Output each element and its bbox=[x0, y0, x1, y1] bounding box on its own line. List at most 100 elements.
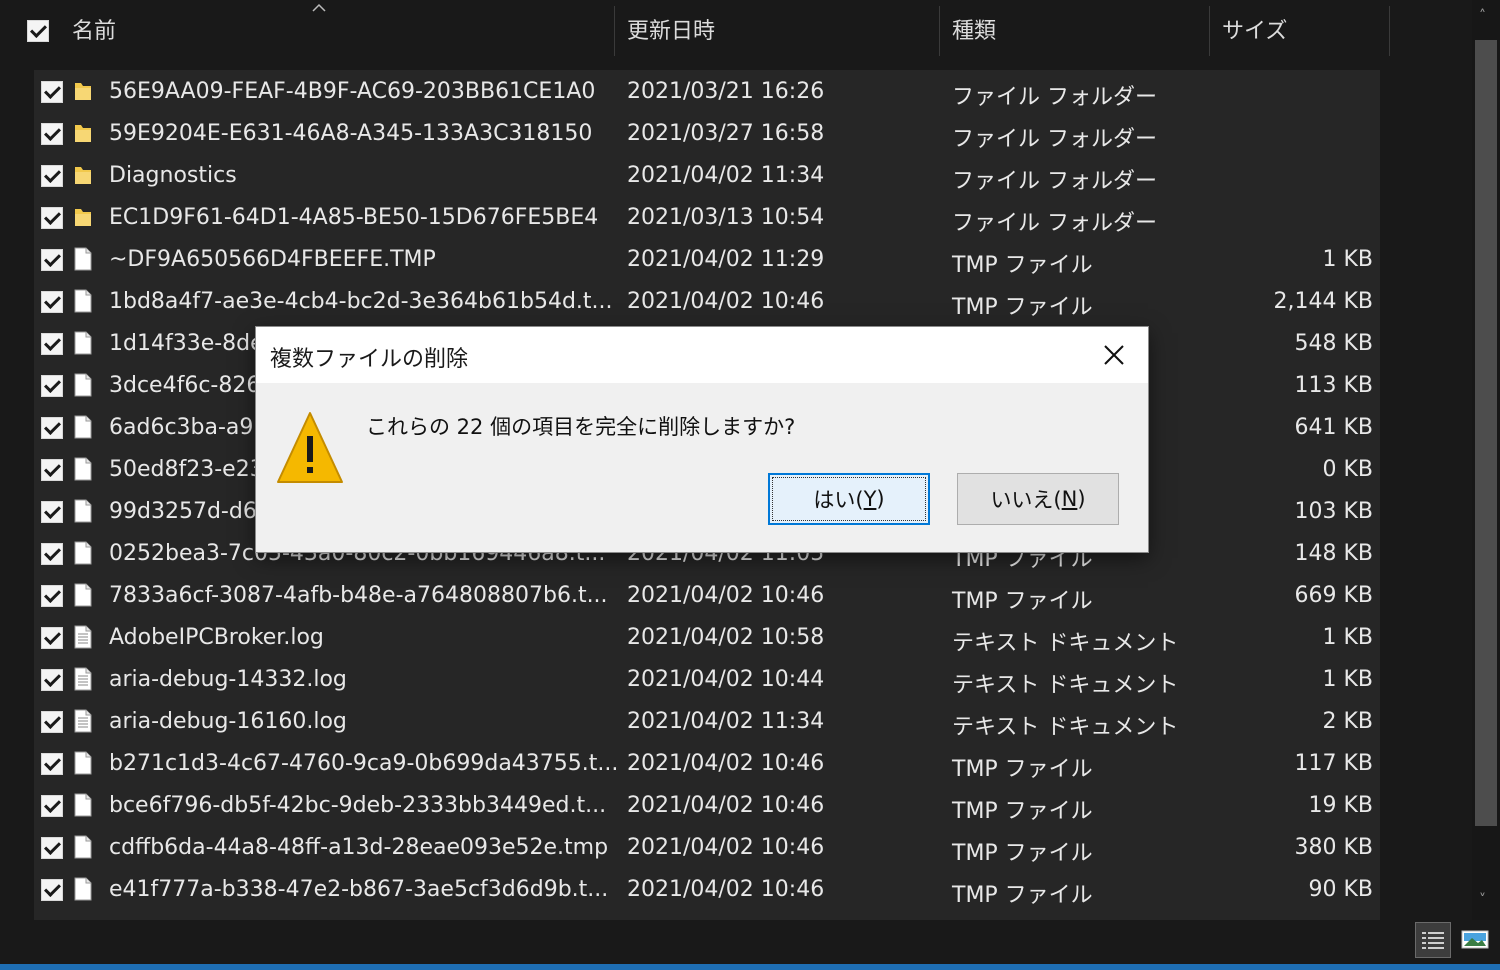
file-name: ~DF9A650566D4FBEEFE.TMP bbox=[109, 247, 436, 272]
file-row[interactable]: cdffb6da-44a8-48ff-a13d-28eae093e52e.tmp… bbox=[34, 827, 1380, 869]
file-row[interactable]: EC1D9F61-64D1-4A85-BE50-15D676FE5BE4 2021… bbox=[34, 197, 1380, 239]
row-checkbox[interactable] bbox=[41, 879, 63, 901]
row-checkbox[interactable] bbox=[41, 753, 63, 775]
row-checkbox[interactable] bbox=[41, 669, 63, 691]
folder-icon bbox=[72, 162, 94, 188]
no-button-paren: ) bbox=[1077, 487, 1086, 511]
header-date[interactable]: 更新日時 bbox=[627, 0, 937, 58]
file-type: ファイル フォルダー bbox=[952, 127, 1157, 152]
row-checkbox[interactable] bbox=[41, 81, 63, 103]
row-checkbox[interactable] bbox=[41, 123, 63, 145]
file-type: TMP ファイル bbox=[952, 883, 1093, 908]
file-row[interactable]: aria-debug-16160.log 2021/04/02 11:34 テキスト… bbox=[34, 701, 1380, 743]
row-checkbox[interactable] bbox=[41, 543, 63, 565]
file-row[interactable]: 59E9204E-E631-46A8-A345-133A3C318150 2021… bbox=[34, 113, 1380, 155]
file-name: 59E9204E-E631-46A8-A345-133A3C318150 bbox=[109, 121, 593, 146]
file-size: 103 KB bbox=[1294, 499, 1373, 524]
no-button-accesskey: N bbox=[1061, 487, 1078, 511]
row-checkbox[interactable] bbox=[41, 627, 63, 649]
file-size: 2 KB bbox=[1322, 709, 1373, 734]
file-type: ファイル フォルダー bbox=[952, 211, 1157, 236]
row-checkbox[interactable] bbox=[41, 795, 63, 817]
file-type: テキスト ドキュメント bbox=[952, 673, 1179, 698]
file-size: 1 KB bbox=[1322, 247, 1373, 272]
file-name: b271c1d3-4c67-4760-9ca9-0b699da43755.t..… bbox=[109, 751, 619, 776]
row-checkbox[interactable] bbox=[41, 291, 63, 313]
file-name: 3dce4f6c-826 bbox=[109, 373, 261, 398]
file-name: AdobeIPCBroker.log bbox=[109, 625, 324, 650]
row-checkbox[interactable] bbox=[41, 249, 63, 271]
header-type[interactable]: 種類 bbox=[952, 0, 1207, 58]
file-row[interactable]: e41f777a-b338-47e2-b867-3ae5cf3d6d9b.t..… bbox=[34, 869, 1380, 911]
file-icon bbox=[72, 246, 94, 272]
file-date: 2021/04/02 10:46 bbox=[627, 877, 825, 902]
file-row[interactable]: AdobeIPCBroker.log 2021/04/02 10:58 テキスト ド… bbox=[34, 617, 1380, 659]
row-checkbox[interactable] bbox=[41, 585, 63, 607]
header-date-label: 更新日時 bbox=[627, 19, 716, 44]
header-divider[interactable] bbox=[614, 6, 615, 56]
row-checkbox[interactable] bbox=[41, 165, 63, 187]
file-row[interactable]: aria-debug-14332.log 2021/04/02 10:44 テキスト… bbox=[34, 659, 1380, 701]
row-checkbox[interactable] bbox=[41, 837, 63, 859]
file-row[interactable]: 7833a6cf-3087-4afb-b48e-a764808807b6.t..… bbox=[34, 575, 1380, 617]
file-row[interactable]: 56E9AA09-FEAF-4B9F-AC69-203BB61CE1A0 2021… bbox=[34, 71, 1380, 113]
file-size: 380 KB bbox=[1294, 835, 1373, 860]
header-divider[interactable] bbox=[939, 6, 940, 56]
text-file-icon bbox=[72, 624, 94, 650]
file-name: Diagnostics bbox=[109, 163, 237, 188]
scroll-down-icon[interactable]: ˅ bbox=[1479, 892, 1486, 908]
file-name: 1d14f33e-8de bbox=[109, 331, 264, 356]
row-checkbox[interactable] bbox=[41, 417, 63, 439]
dialog-title-bar[interactable]: 複数ファイルの削除 bbox=[256, 327, 1148, 383]
dialog-close-button[interactable] bbox=[1092, 335, 1136, 375]
large-icons-view-button[interactable] bbox=[1458, 922, 1494, 958]
file-icon bbox=[72, 834, 94, 860]
file-row[interactable]: bce6f796-db5f-42bc-9deb-2333bb3449ed.t..… bbox=[34, 785, 1380, 827]
file-size: 19 KB bbox=[1308, 793, 1373, 818]
header-divider[interactable] bbox=[1209, 6, 1210, 56]
scrollbar-thumb[interactable] bbox=[1475, 40, 1497, 826]
file-row[interactable]: ~DF9A650566D4FBEEFE.TMP 2021/04/02 11:29 T… bbox=[34, 239, 1380, 281]
no-button[interactable]: いいえ(N) bbox=[957, 473, 1119, 525]
text-file-icon bbox=[72, 708, 94, 734]
file-row[interactable]: 1bd8a4f7-ae3e-4cb4-bc2d-3e364b61b54d.t..… bbox=[34, 281, 1380, 323]
file-date: 2021/04/02 11:34 bbox=[627, 163, 825, 188]
header-size[interactable]: サイズ bbox=[1222, 0, 1387, 58]
file-date: 2021/04/02 10:46 bbox=[627, 751, 825, 776]
row-checkbox[interactable] bbox=[41, 333, 63, 355]
vertical-scrollbar[interactable]: ˄ ˅ bbox=[1472, 0, 1500, 920]
file-icon bbox=[72, 750, 94, 776]
scroll-up-icon[interactable]: ˄ bbox=[1479, 8, 1486, 24]
row-checkbox[interactable] bbox=[41, 207, 63, 229]
file-date: 2021/03/21 16:26 bbox=[627, 79, 825, 104]
header-name-label: 名前 bbox=[72, 19, 117, 44]
row-checkbox[interactable] bbox=[41, 711, 63, 733]
details-view-button[interactable] bbox=[1415, 922, 1451, 958]
file-type: テキスト ドキュメント bbox=[952, 631, 1179, 656]
large-icons-view-icon bbox=[1461, 930, 1489, 949]
file-size: 2,144 KB bbox=[1273, 289, 1374, 314]
file-type: TMP ファイル bbox=[952, 253, 1093, 278]
select-all-checkbox[interactable] bbox=[27, 20, 49, 42]
window-bottom-accent bbox=[0, 964, 1500, 970]
file-name: cdffb6da-44a8-48ff-a13d-28eae093e52e.tmp bbox=[109, 835, 609, 860]
file-date: 2021/04/02 10:46 bbox=[627, 793, 825, 818]
folder-icon bbox=[72, 204, 94, 230]
text-file-icon bbox=[72, 666, 94, 692]
header-name[interactable]: 名前 bbox=[72, 0, 612, 58]
file-icon bbox=[72, 414, 94, 440]
details-view-icon bbox=[1422, 932, 1444, 949]
row-checkbox[interactable] bbox=[41, 501, 63, 523]
file-size: 641 KB bbox=[1294, 415, 1373, 440]
header-divider[interactable] bbox=[1389, 6, 1390, 56]
status-bar bbox=[0, 920, 1500, 964]
file-icon bbox=[72, 540, 94, 566]
row-checkbox[interactable] bbox=[41, 459, 63, 481]
row-checkbox[interactable] bbox=[41, 375, 63, 397]
file-row[interactable]: Diagnostics 2021/04/02 11:34 ファイル フォルダー bbox=[34, 155, 1380, 197]
folder-icon bbox=[72, 78, 94, 104]
dialog-title: 複数ファイルの削除 bbox=[270, 347, 469, 372]
file-row[interactable]: b271c1d3-4c67-4760-9ca9-0b699da43755.t..… bbox=[34, 743, 1380, 785]
file-name: EC1D9F61-64D1-4A85-BE50-15D676FE5BE4 bbox=[109, 205, 599, 230]
yes-button[interactable]: はい(Y) bbox=[768, 473, 930, 525]
